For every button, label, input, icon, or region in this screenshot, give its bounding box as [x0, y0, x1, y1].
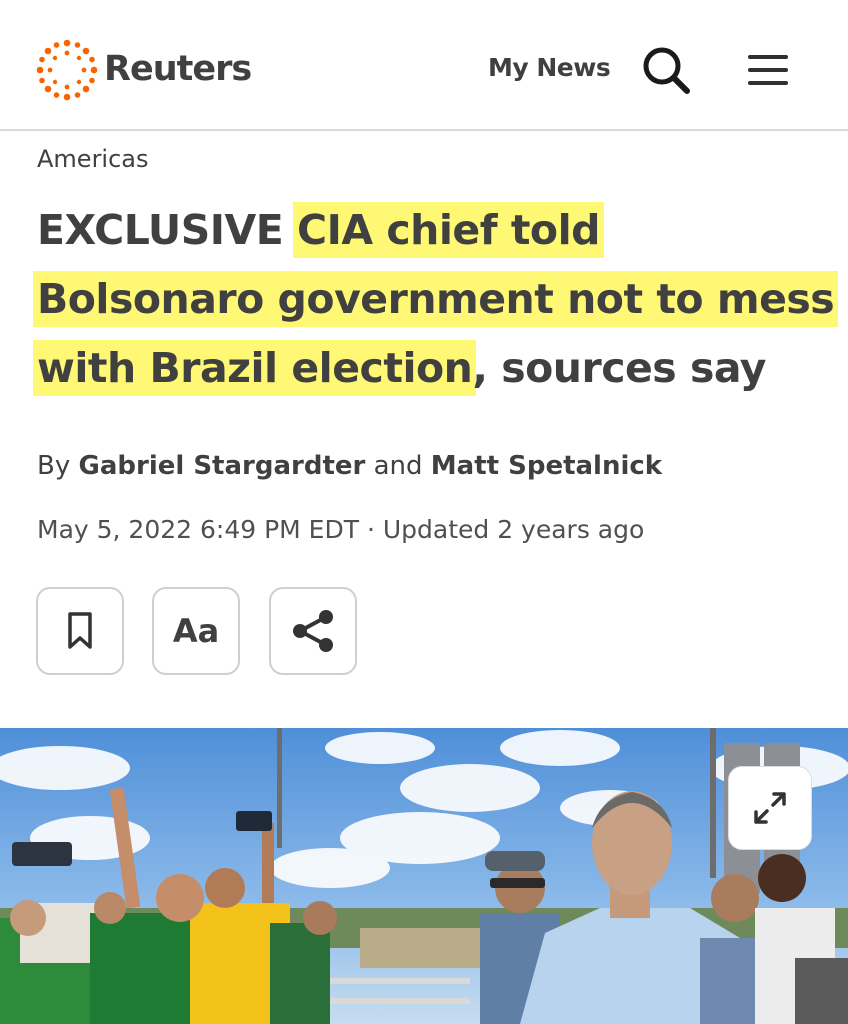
dateline: May 5, 2022 6:49 PM EDT · Updated 2 year… [37, 515, 645, 544]
expand-image-button[interactable] [728, 766, 812, 850]
headline-suffix: , sources say [472, 344, 767, 392]
headline-line-2: Bolsonaro government not to mess [37, 265, 837, 334]
text-size-button[interactable]: Aa [152, 587, 240, 675]
expand-icon [754, 792, 786, 824]
search-icon[interactable] [640, 44, 692, 96]
section-link[interactable]: Americas [37, 143, 149, 175]
share-icon [293, 610, 333, 652]
byline: By Gabriel Stargardter and Matt Spetalni… [37, 449, 662, 483]
headline-highlight: Bolsonaro government not to mess [37, 275, 835, 323]
headline-prefix: EXCLUSIVE [37, 206, 297, 254]
article-page: Reuters My News Americas EXCLUSIVE CIA c… [0, 0, 848, 1024]
headline: EXCLUSIVE CIA chief told Bolsonaro gover… [37, 196, 837, 403]
reuters-logo-icon[interactable] [36, 39, 98, 101]
author-link[interactable]: Gabriel Stargardter [79, 451, 366, 481]
author-link[interactable]: Matt Spetalnick [431, 451, 662, 481]
hamburger-menu-icon[interactable] [744, 50, 792, 90]
byline-joiner: and [365, 451, 431, 481]
headline-highlight: CIA chief told [297, 206, 600, 254]
site-header: Reuters My News [0, 0, 848, 131]
share-button[interactable] [269, 587, 357, 675]
my-news-link[interactable]: My News [488, 52, 611, 84]
headline-line-1: EXCLUSIVE CIA chief told [37, 196, 837, 265]
byline-prefix: By [37, 451, 79, 481]
headline-line-3: with Brazil election, sources say [37, 334, 837, 403]
bookmark-button[interactable] [36, 587, 124, 675]
bookmark-icon [68, 612, 92, 649]
headline-highlight: with Brazil election [37, 344, 473, 392]
text-size-label: Aa [172, 612, 220, 650]
brand-name[interactable]: Reuters [104, 46, 252, 92]
article-photo[interactable] [0, 728, 848, 1024]
